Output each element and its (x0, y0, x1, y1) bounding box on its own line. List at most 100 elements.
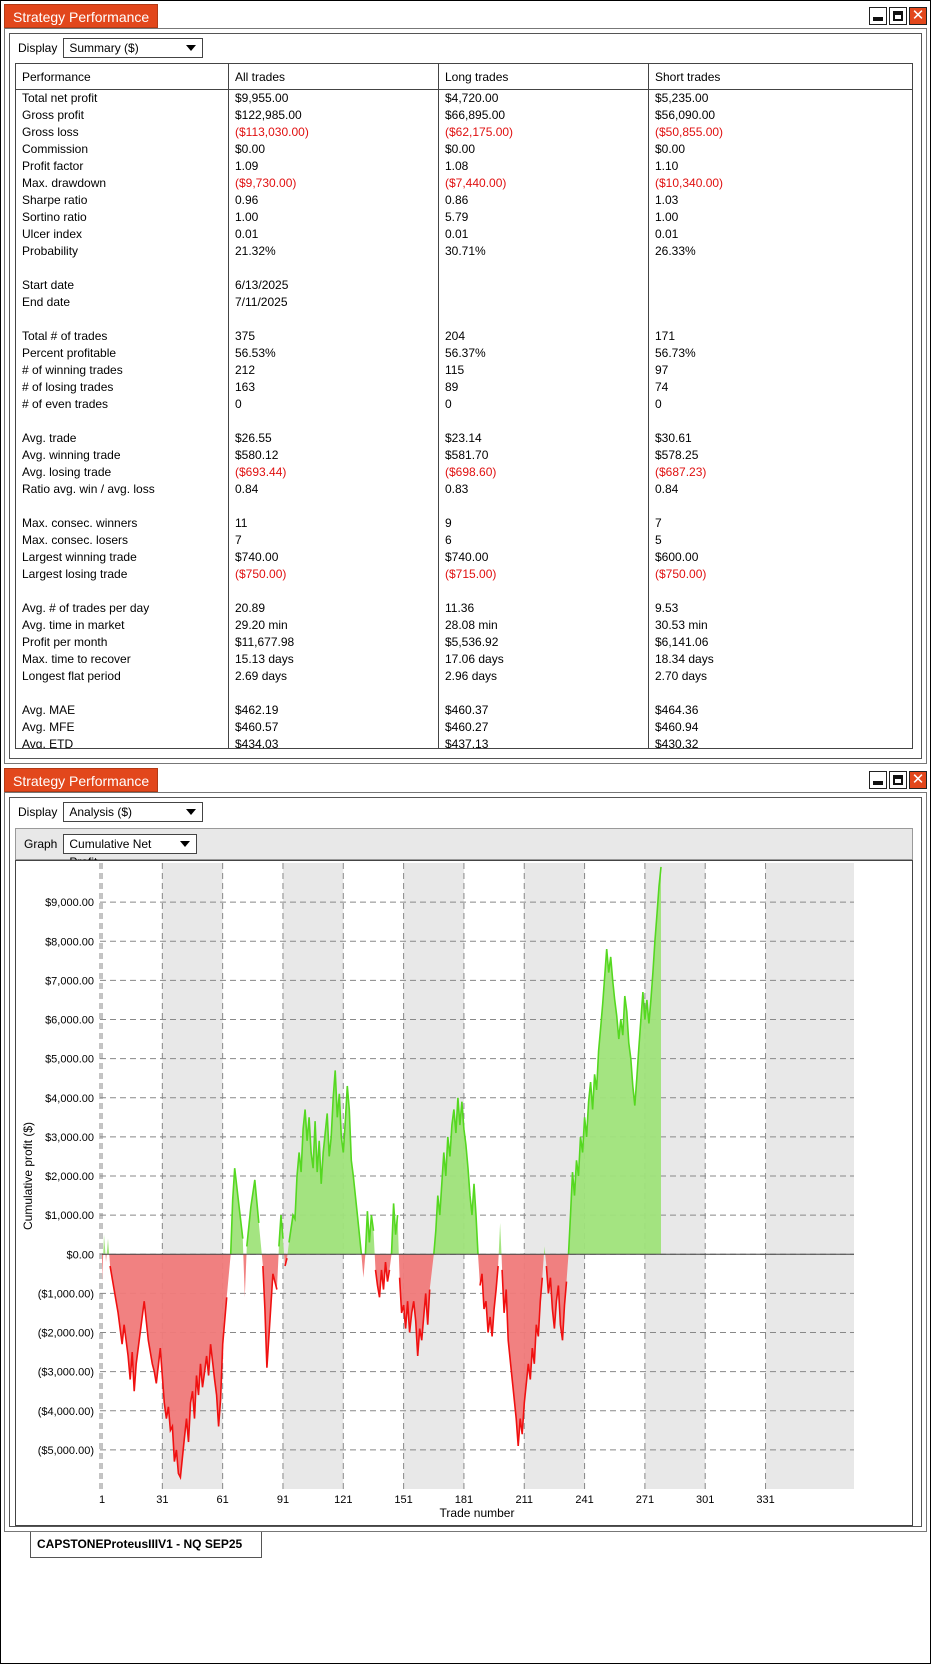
row-label: Gross loss (22, 125, 79, 139)
close-icon[interactable]: ✕ (909, 771, 927, 789)
cell-all: 0.84 (235, 482, 259, 496)
cell-short: $578.25 (655, 448, 699, 462)
cell-all: ($693.44) (235, 465, 287, 479)
cell-short (649, 413, 655, 430)
row-label: Avg. # of trades per day (22, 601, 150, 615)
y-tick-label: $1,000.00 (45, 1210, 94, 1222)
cell-all (229, 685, 235, 702)
cell-short (649, 685, 655, 702)
cell-short: $600.00 (655, 550, 699, 564)
cell-all: 15.13 days (235, 652, 294, 666)
cell-all: 1.09 (235, 159, 259, 173)
x-axis-label: Trade number (440, 1506, 515, 1520)
close-icon[interactable]: ✕ (909, 7, 927, 25)
y-tick-label: ($3,000.00) (38, 1367, 94, 1379)
row-label: Percent profitable (22, 346, 117, 360)
cell-all: $434.03 (235, 737, 279, 749)
row-label (16, 685, 22, 702)
row-label (16, 311, 22, 328)
cell-long (439, 277, 445, 294)
cell-short: 7 (655, 516, 662, 530)
display-row-analysis: Display Analysis ($) (18, 802, 204, 822)
profit-area (106, 1238, 110, 1255)
table-row (16, 583, 912, 600)
row-label: Total # of trades (22, 329, 108, 343)
cell-all: $580.12 (235, 448, 279, 462)
cell-all: $740.00 (235, 550, 279, 564)
cell-long: 5.79 (445, 210, 469, 224)
row-label: Gross profit (22, 108, 85, 122)
table-row: Probability 21.32% 30.71% 26.33% (16, 243, 912, 260)
cell-long: 0.83 (445, 482, 469, 496)
maximize-icon[interactable] (889, 771, 907, 789)
cell-long: $5,536.92 (445, 635, 499, 649)
display-label: Display (18, 41, 58, 55)
cell-all (229, 583, 235, 600)
cell-all (229, 260, 235, 277)
cell-all: ($750.00) (235, 567, 287, 581)
cell-long (439, 583, 445, 600)
cell-long (439, 498, 445, 515)
cell-short: 1.00 (655, 210, 679, 224)
strategy-tab[interactable]: CAPSTONEProteusIIIV1 - NQ SEP25 (30, 1532, 262, 1558)
table-row (16, 311, 912, 328)
header-long-trades[interactable]: Long trades (439, 64, 508, 90)
cell-short: 56.73% (655, 346, 696, 360)
cell-long: 89 (445, 380, 459, 394)
cell-all: 6/13/2025 (235, 278, 289, 292)
cell-short: $56,090.00 (655, 108, 716, 122)
header-performance[interactable]: Performance (16, 64, 91, 90)
graph-select[interactable]: Cumulative Net Profit (63, 834, 198, 869)
row-label: Avg. MFE (22, 720, 75, 734)
table-row: Sharpe ratio 0.96 0.86 1.03 (16, 192, 912, 209)
minimize-icon[interactable] (869, 7, 887, 25)
header-all-trades[interactable]: All trades (229, 64, 285, 90)
y-tick-label: $8,000.00 (45, 936, 94, 948)
y-tick-label: $5,000.00 (45, 1054, 94, 1066)
table-row: Longest flat period 2.69 days 2.96 days 2.7… (16, 668, 912, 685)
cell-long: 17.06 days (445, 652, 504, 666)
cell-short: ($687.23) (655, 465, 707, 479)
row-label: Avg. losing trade (22, 465, 112, 479)
display-label: Display (18, 805, 58, 819)
y-tick-label: ($1,000.00) (38, 1288, 94, 1300)
table-row: Avg. ETD $434.03 $437.13 $430.32 (16, 736, 912, 749)
cell-all: $462.19 (235, 703, 279, 717)
cell-short: 26.33% (655, 244, 696, 258)
table-row: Start date 6/13/2025 (16, 277, 912, 294)
display-select[interactable]: Summary ($) (63, 38, 204, 58)
cell-long: $460.37 (445, 703, 489, 717)
cell-short: 1.10 (655, 159, 679, 173)
cell-short: 2.70 days (655, 669, 708, 683)
window2-title: Strategy Performance (4, 768, 159, 792)
y-tick-label: $3,000.00 (45, 1132, 94, 1144)
cell-all: 11 (235, 516, 248, 530)
cell-all: $122,985.00 (235, 108, 302, 122)
table-row: Avg. MFE $460.57 $460.27 $460.94 (16, 719, 912, 736)
cell-short: 0.84 (655, 482, 679, 496)
table-row: Ratio avg. win / avg. loss 0.84 0.83 0.84 (16, 481, 912, 498)
cell-long: 30.71% (445, 244, 486, 258)
cell-long: $23.14 (445, 431, 482, 445)
row-label: Max. consec. winners (22, 516, 138, 530)
x-tick-label: 151 (394, 1494, 412, 1506)
cell-all: 21.32% (235, 244, 276, 258)
cell-long: 0 (445, 397, 452, 411)
maximize-icon[interactable] (889, 7, 907, 25)
x-tick-label: 181 (455, 1494, 473, 1506)
minimize-icon[interactable] (869, 771, 887, 789)
cell-all (229, 498, 235, 515)
loss-area (361, 1254, 366, 1278)
window2-titlebar: Strategy Performance ✕ (4, 768, 927, 792)
row-label: Avg. time in market (22, 618, 125, 632)
chevron-down-icon (186, 45, 197, 51)
cell-short: 74 (655, 380, 669, 394)
cell-short: ($50,855.00) (655, 125, 724, 139)
y-tick-label: $9,000.00 (45, 897, 94, 909)
row-label: # of even trades (22, 397, 109, 411)
cell-all (229, 413, 235, 430)
display-select[interactable]: Analysis ($) (63, 802, 204, 822)
header-short-trades[interactable]: Short trades (649, 64, 720, 90)
cell-all: ($113,030.00) (235, 125, 309, 139)
cell-short (649, 498, 655, 515)
